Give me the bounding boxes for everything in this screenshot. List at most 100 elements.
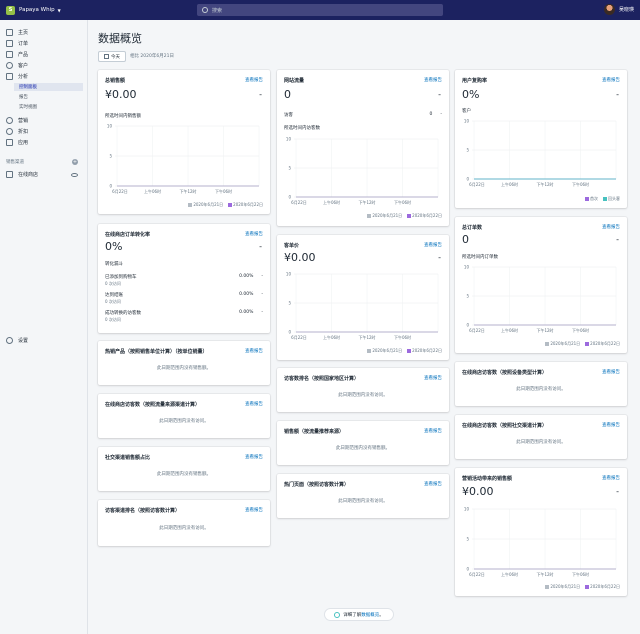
funnel-title: 转化漏斗 [105,262,123,267]
card-sales-by-referrer: 销售额（按流量推荐来源） 查看报告 此日期范围内没有销售额。 [277,421,449,465]
sidebar-subitem-live-view[interactable]: 实时视图 [19,103,83,111]
shopify-logo-icon: S [6,5,15,15]
sidebar-item-discounts[interactable]: 折扣 [6,127,84,136]
sidebar-item-label: 应用 [18,140,29,146]
sidebar: 主页 订单 产品 客户 分析 控制面板 报告 实时视图 营销 折扣 应用 销售渠… [0,20,88,634]
card-title: 在线商店订单转化率 [105,232,151,238]
chart-legend: 首次 回头客 [585,196,620,202]
view-report-link[interactable]: 查看报告 [602,422,620,429]
x-tick-label: 下午12时 [358,334,375,340]
y-tick-label: 0 [466,177,469,182]
visitors-change: - [440,112,442,117]
card-title: 销售额（按流量推荐来源） [284,429,345,435]
funnel-row-change: - [261,292,263,297]
sidebar-subitem-reports[interactable]: 报告 [19,93,83,101]
view-report-link[interactable]: 查看报告 [424,242,442,249]
card-title: 访客渠道排名（按照访客数计算） [105,508,181,514]
analytics-icon [6,73,13,80]
chart-label: 所选时间内订单数 [462,255,498,260]
legend-swatch [367,348,372,353]
calendar-icon [104,54,109,59]
date-range-button[interactable]: 今天 [98,51,126,62]
sidebar-item-marketing[interactable]: 营销 [6,116,84,125]
view-report-link[interactable]: 查看报告 [424,481,442,488]
avatar [603,4,615,15]
view-report-link[interactable]: 查看报告 [245,401,263,408]
legend-swatch [545,341,550,346]
learn-more-link[interactable]: 数据概览 [361,612,379,618]
sidebar-subitem-dashboard[interactable]: 控制面板 [14,83,83,91]
legend-item: 2020年6月21日 [545,341,580,347]
x-tick-label: 6月22日 [469,328,485,333]
funnel-row-sub: 0 次访问 [105,317,121,322]
learn-more-tip: 详细了解 数据概览。 [324,608,394,621]
orders-chart: 0 5 10 6月22日 上午06时 下午12时 下午06时 [464,265,617,333]
sidebar-item-analytics[interactable]: 分析 [6,72,84,81]
view-report-link[interactable]: 查看报告 [245,454,263,461]
legend-item: 2020年6月22日 [228,202,263,208]
add-channel-icon[interactable]: + [72,159,78,165]
funnel-row-label: 达到结账 [105,293,123,298]
x-tick-label: 上午06时 [501,571,518,577]
sidebar-item-label: 营销 [18,118,29,124]
search-input[interactable]: 搜索 [197,4,443,16]
chart-legend: 2020年6月21日 2020年6月22日 [545,341,620,347]
sidebar-item-label: 分析 [18,74,29,80]
returning-chart: 0 5 10 6月22日 上午06时 下午12时 下午06时 [464,119,617,187]
sidebar-item-label: 主页 [18,30,29,36]
marketing-sales-value: ¥0.00 [462,485,494,498]
legend-label: 2020年6月22日 [590,584,620,589]
traffic-value: 0 [284,88,291,101]
view-report-link[interactable]: 查看报告 [602,369,620,376]
view-report-link[interactable]: 查看报告 [245,77,263,84]
view-report-link[interactable]: 查看报告 [245,507,263,514]
sidebar-item-products[interactable]: 产品 [6,50,84,59]
sidebar-item-orders[interactable]: 订单 [6,39,84,48]
view-report-link[interactable]: 查看报告 [424,77,442,84]
y-tick-label: 0 [288,195,291,200]
legend-item: 2020年6月21日 [367,348,402,354]
x-tick-label: 上午06时 [323,334,340,340]
legend-label: 2020年6月21日 [193,202,224,207]
sidebar-item-home[interactable]: 主页 [6,28,84,37]
view-report-link[interactable]: 查看报告 [424,375,442,382]
store-name: Papaya Whip [19,7,55,13]
card-title: 在线商店访客数（按照流量来源渠道计算） [105,402,201,408]
x-tick-label: 下午12时 [536,181,553,187]
y-tick-label: 10 [464,507,470,512]
tip-suffix: 。 [379,612,384,618]
visitors-value: 0 [429,112,433,117]
view-report-link[interactable]: 查看报告 [602,77,620,84]
card-total-orders: 总订单数 查看报告 0 - 所选时间内订单数 0 5 10 6月22日 上午06时 下午12… [455,217,627,353]
total-sales-chart: 0 5 10 6月22日 上午06时 下午12时 下午06时 [107,124,260,194]
top-bar: S Papaya Whip ▼ 搜索 吴晓瑛 [0,0,640,20]
card-aov: 客单价 查看报告 ¥0.00 - 0 5 10 6月22日 上午06时 下午12时 下午06时… [277,235,449,360]
view-report-link[interactable]: 查看报告 [424,428,442,435]
legend-label: 回头客 [608,196,620,201]
view-report-link[interactable]: 查看报告 [602,475,620,482]
empty-state: 此日期范围内没有访问。 [338,499,388,504]
y-tick-label: 5 [288,301,291,306]
eye-icon[interactable] [71,172,78,177]
x-tick-label: 6月22日 [469,182,485,187]
sidebar-item-settings[interactable]: 设置 [6,336,84,345]
view-report-link[interactable]: 查看报告 [245,348,263,355]
y-tick-label: 10 [107,124,113,129]
sidebar-item-customers[interactable]: 客户 [6,61,84,70]
store-switcher[interactable]: S Papaya Whip ▼ [6,5,61,15]
funnel-row: 已添加到购物车 0.00% - [105,274,263,280]
funnel-row-label: 成功转换的访客数 [105,311,141,316]
y-tick-label: 10 [464,265,470,270]
view-report-link[interactable]: 查看报告 [602,224,620,231]
card-title: 用户复购率 [462,78,488,84]
x-tick-label: 下午12时 [179,188,196,194]
sales-channels-title: 销售渠道 [6,160,24,165]
view-report-link[interactable]: 查看报告 [245,231,263,238]
x-tick-label: 下午06时 [572,181,589,187]
user-menu[interactable]: 吴晓瑛 [603,4,634,15]
page-title: 数据概览 [98,32,142,45]
sidebar-item-online-store[interactable]: 在线商店 [6,170,84,179]
sidebar-item-apps[interactable]: 应用 [6,138,84,147]
y-tick-label: 0 [109,184,112,189]
chart-legend: 2020年6月21日 2020年6月22日 [188,202,263,208]
